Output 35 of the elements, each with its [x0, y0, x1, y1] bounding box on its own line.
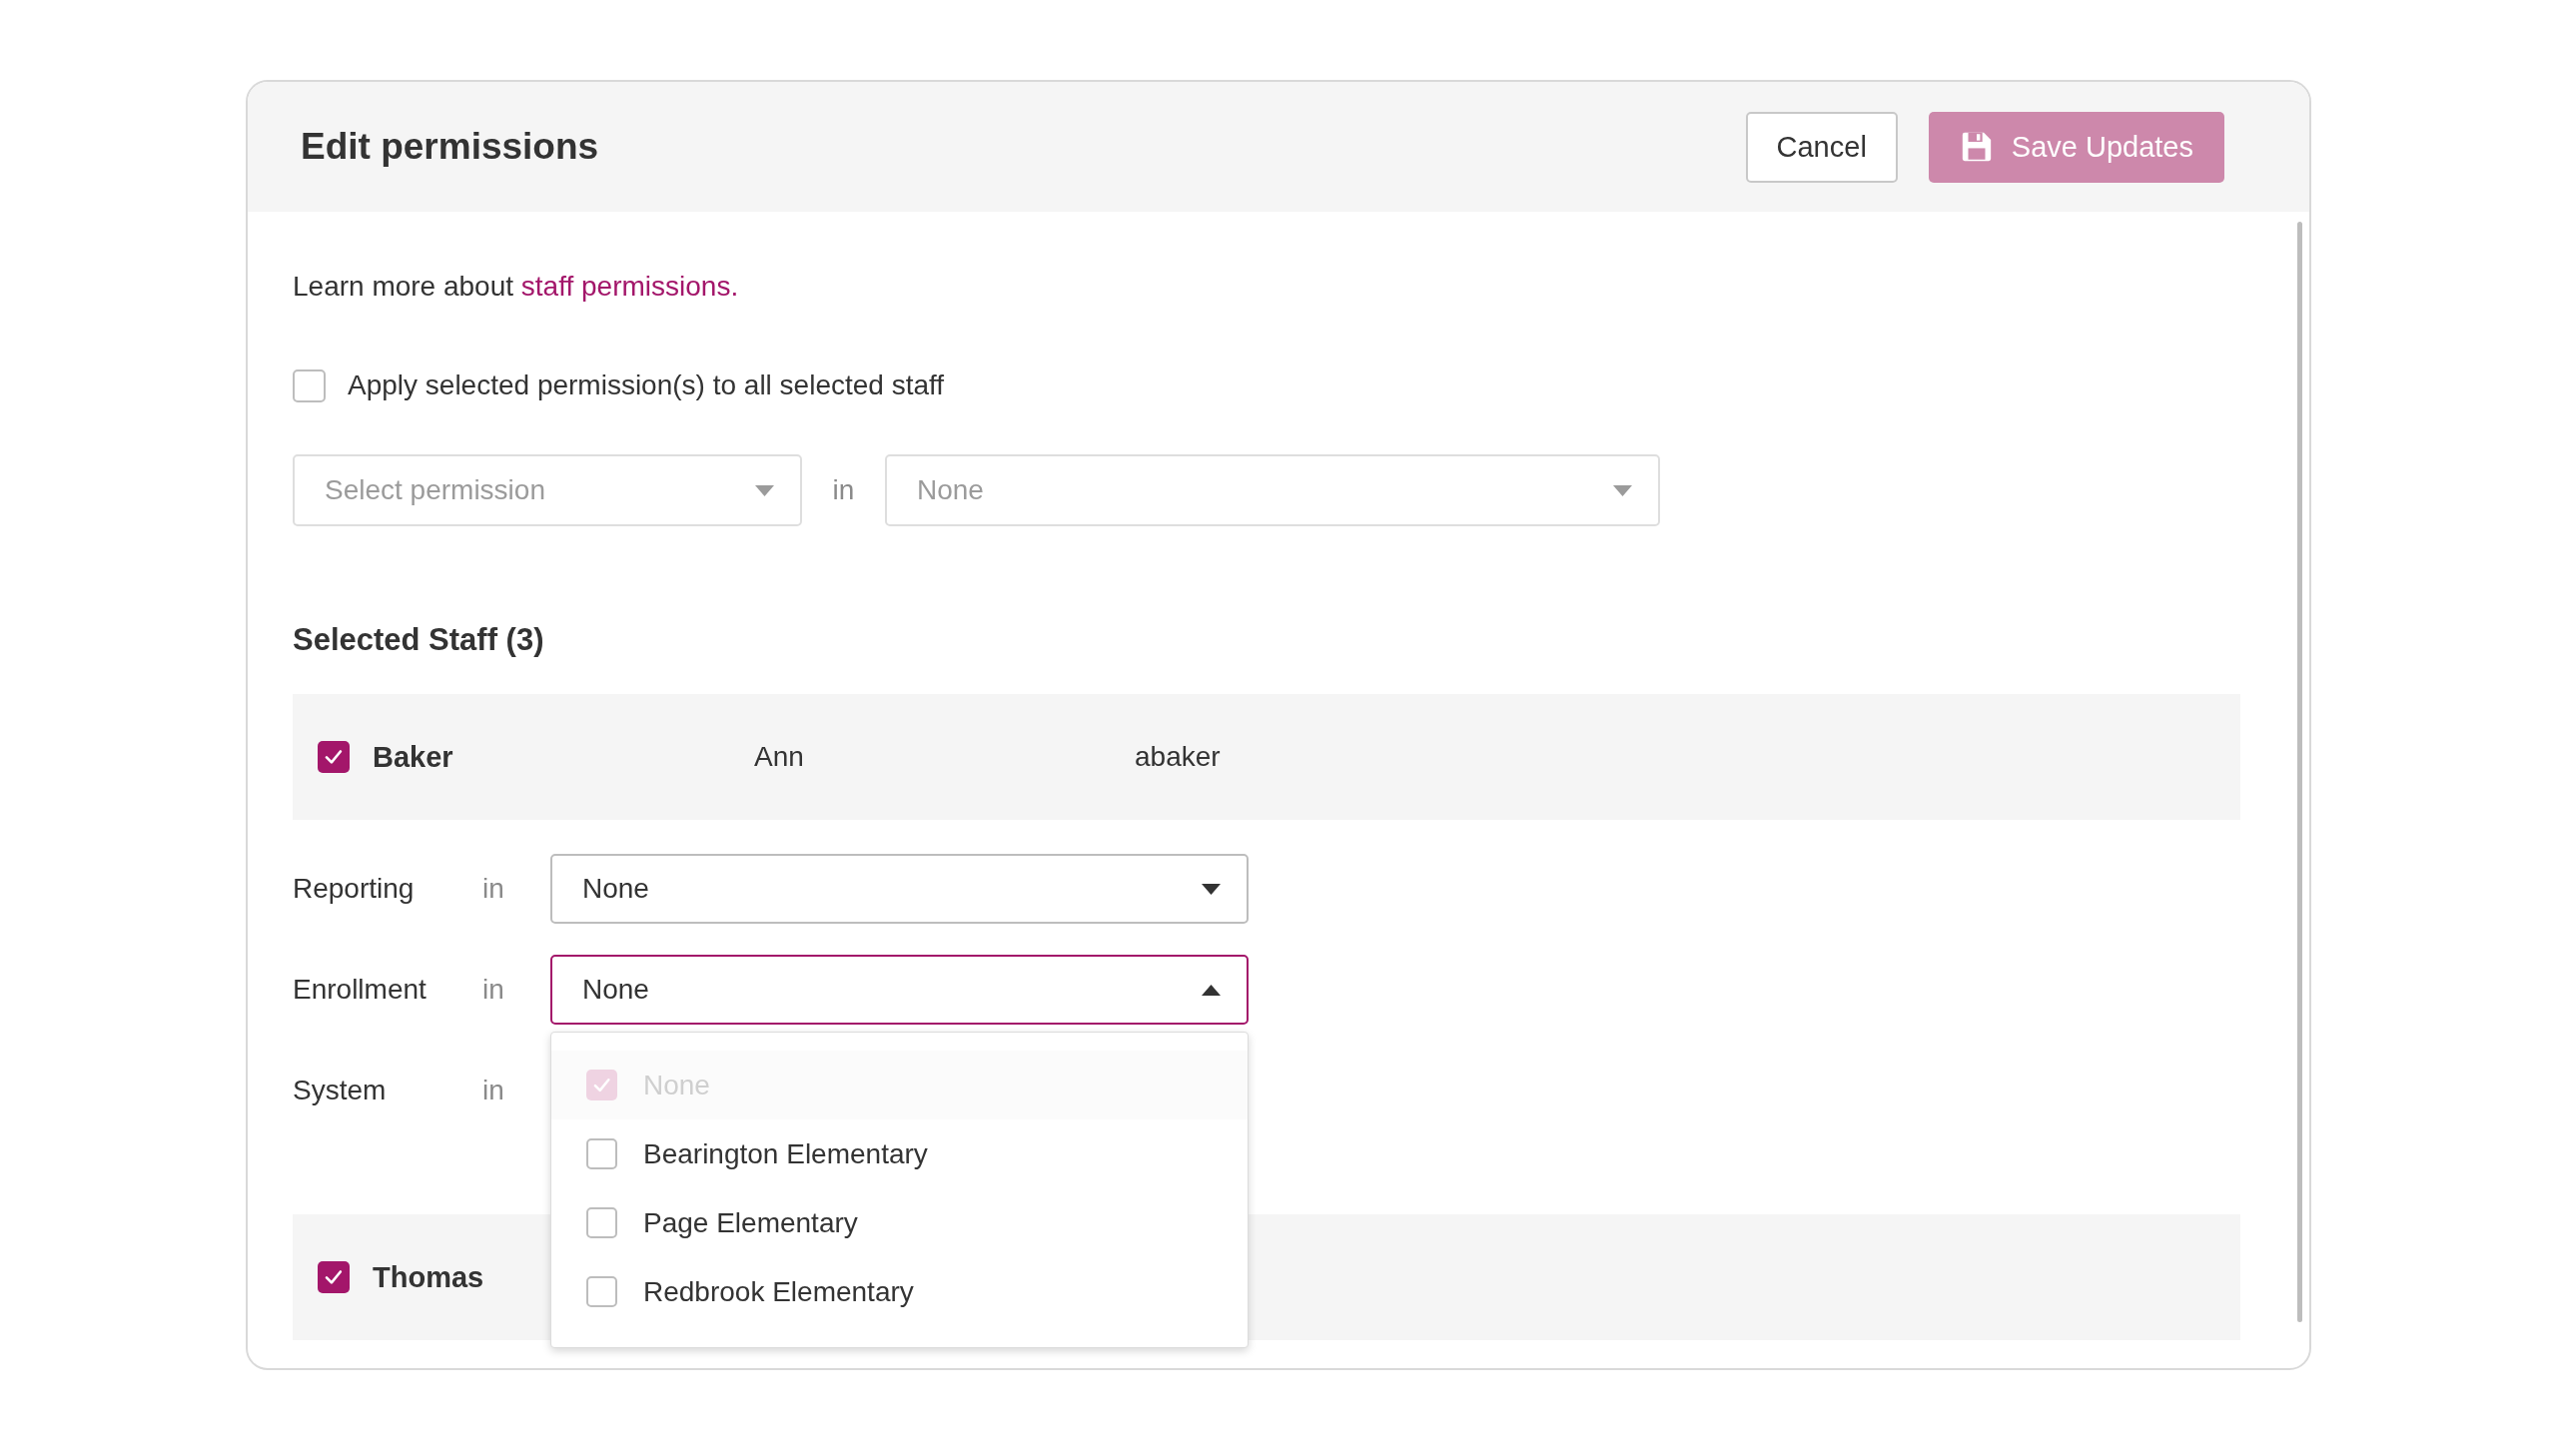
permission-label: System: [293, 1075, 388, 1106]
connector-text: in: [831, 474, 856, 506]
dropdown-option[interactable]: Bearington Elementary: [551, 1119, 1248, 1188]
checkbox[interactable]: [318, 1261, 350, 1293]
checkbox[interactable]: [586, 1207, 617, 1238]
connector-text: in: [482, 1075, 505, 1106]
checkbox[interactable]: [318, 741, 350, 773]
section-heading: Selected Staff (3): [293, 621, 545, 659]
caret-down-icon: [755, 484, 774, 496]
cancel-button[interactable]: Cancel: [1745, 111, 1898, 183]
checkmark-icon: [324, 747, 344, 767]
school-select[interactable]: None: [550, 854, 1249, 924]
checkbox[interactable]: [293, 368, 326, 402]
caret-down-icon: [1202, 883, 1221, 895]
dropdown-option[interactable]: Page Elementary: [551, 1188, 1248, 1257]
checkbox[interactable]: [586, 1138, 617, 1169]
caret-down-icon: [1613, 484, 1632, 496]
permission-label: Reporting: [293, 873, 416, 905]
intro-text: Learn more about staff permissions.: [293, 270, 740, 304]
username: abaker: [1135, 741, 1221, 773]
staff-permissions-link[interactable]: staff permissions.: [520, 271, 739, 302]
scrollbar[interactable]: [2297, 222, 2302, 1322]
dialog-title: Edit permissions: [301, 126, 599, 168]
last-name: Thomas: [373, 1260, 484, 1294]
school-select[interactable]: None: [550, 955, 1249, 1025]
connector-text: in: [482, 873, 505, 905]
first-name: Ann: [754, 741, 804, 773]
checkbox-label[interactable]: Apply selected permission(s) to all selected staff: [348, 365, 945, 405]
dropdown-option[interactable]: Redbrook Elementary: [551, 1257, 1248, 1326]
last-name: Baker: [373, 740, 453, 774]
connector-text: in: [482, 974, 505, 1006]
caret-up-icon: [1202, 984, 1221, 996]
checkmark-icon: [324, 1267, 344, 1287]
checkbox[interactable]: [586, 1276, 617, 1307]
permission-label: Enrollment: [293, 974, 427, 1006]
